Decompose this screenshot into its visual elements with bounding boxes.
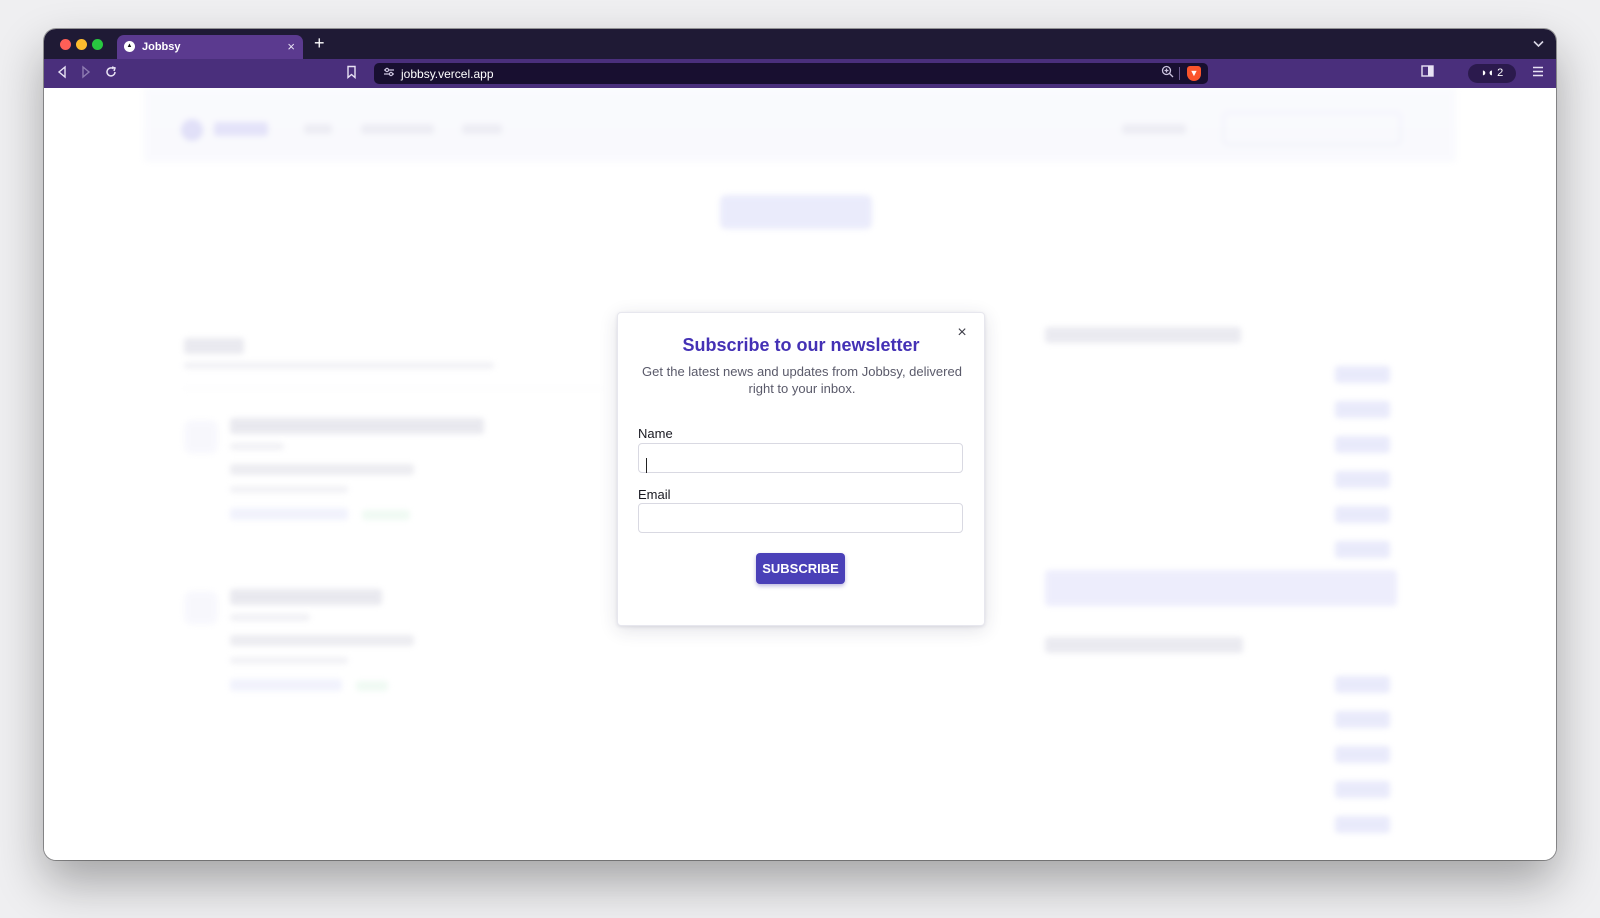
filter-row [1045,704,1390,734]
maximize-window-button[interactable] [92,39,103,50]
nav-link-placeholder [304,124,332,134]
job-title-placeholder [230,589,382,605]
reload-icon[interactable] [104,65,118,83]
filter-count-badge [1335,436,1390,453]
filter-row [1045,534,1390,564]
name-field[interactable] [638,443,963,473]
filter-count-badge [1335,711,1390,728]
modal-description: Get the latest news and updates from Job… [642,364,962,396]
forward-icon[interactable] [80,65,92,83]
browser-window: ▲ Jobbsy × + jobbsy.vercel.app ▼ ◗◖ 2 × … [44,29,1556,860]
jobs-divider [184,388,604,389]
jobs-count-placeholder [184,338,244,354]
name-label: Name [638,426,673,441]
bookmark-icon[interactable] [346,65,357,83]
job-company-sub-placeholder [230,486,348,493]
filter-count-badge [1335,506,1390,523]
filter-count-badge [1335,746,1390,763]
filter-row [1045,464,1390,494]
email-field[interactable] [638,503,963,533]
job-type-placeholder [356,681,388,691]
extensions-counter[interactable]: ◗◖ 2 [1468,64,1516,83]
filter-count-badge [1335,366,1390,383]
site-logo-text-placeholder [214,122,268,136]
triangle-logo-icon: ▲ [124,41,135,52]
job-salary-placeholder [230,679,342,691]
site-navbar [144,88,1456,162]
jobs-sub-placeholder [184,362,494,369]
filter-count-badge [1335,816,1390,833]
browser-tab[interactable]: ▲ Jobbsy × [117,35,303,59]
modal-title: Subscribe to our newsletter [682,335,920,355]
company-avatar [184,591,218,625]
filter-row [1045,809,1390,839]
menu-icon[interactable] [1532,65,1544,81]
url-text: jobbsy.vercel.app [401,67,494,81]
address-bar[interactable]: jobbsy.vercel.app ▼ [374,63,1208,84]
filter-row [1045,499,1390,529]
minimize-window-button[interactable] [76,39,87,50]
filter-count-badge [1335,676,1390,693]
filter-row [1045,394,1390,424]
glasses-icon: ◗◖ [1480,67,1495,79]
job-type-placeholder [362,510,410,520]
brave-shield-icon[interactable]: ▼ [1187,66,1201,81]
browser-toolbar: jobbsy.vercel.app ▼ ◗◖ 2 [44,59,1556,88]
job-card [184,414,604,554]
filter-row [1045,429,1390,459]
tab-title: Jobbsy [142,41,181,53]
page-heading-placeholder [720,195,872,229]
page-viewport: × Subscribe to our newsletter Get the la… [44,88,1556,860]
tab-close-icon[interactable]: × [287,39,295,54]
nav-link-placeholder [1122,124,1186,134]
filter-row [1045,739,1390,769]
filter-count-badge [1335,541,1390,558]
job-company-placeholder [230,635,414,646]
nav-cta-placeholder [1223,112,1401,145]
site-logo-icon [181,119,203,141]
newsletter-modal: × Subscribe to our newsletter Get the la… [617,312,985,626]
filter-count-badge [1335,471,1390,488]
filter-row [1045,669,1390,699]
filter-submit-placeholder [1045,570,1397,606]
close-window-button[interactable] [60,39,71,50]
site-info-icon[interactable] [383,66,395,81]
chevron-down-icon[interactable] [1533,37,1544,51]
nav-link-placeholder [361,124,434,134]
text-caret [646,458,647,473]
filter-count-badge [1335,781,1390,798]
job-salary-placeholder [230,508,348,520]
job-company-placeholder [230,464,414,475]
email-label: Email [638,487,671,502]
tab-bar: ▲ Jobbsy × + [44,29,1556,59]
filter-row [1045,774,1390,804]
extension-count: 2 [1497,67,1504,79]
back-icon[interactable] [56,65,68,83]
filter-title-placeholder [1045,327,1241,343]
job-title-placeholder [230,418,484,434]
filter-row [1045,359,1390,389]
job-company-sub-placeholder [230,657,348,664]
company-avatar [184,420,218,454]
filter-title-placeholder [1045,637,1243,653]
nav-link-placeholder [462,124,502,134]
filter-count-badge [1335,401,1390,418]
zoom-icon[interactable] [1161,65,1174,81]
job-card [184,585,604,725]
address-bar-divider [1179,67,1180,80]
subscribe-button[interactable]: SUBSCRIBE [756,553,845,584]
sidebar-icon[interactable] [1421,65,1434,81]
job-location-placeholder [230,614,310,621]
job-location-placeholder [230,443,284,450]
new-tab-button[interactable]: + [314,34,325,52]
